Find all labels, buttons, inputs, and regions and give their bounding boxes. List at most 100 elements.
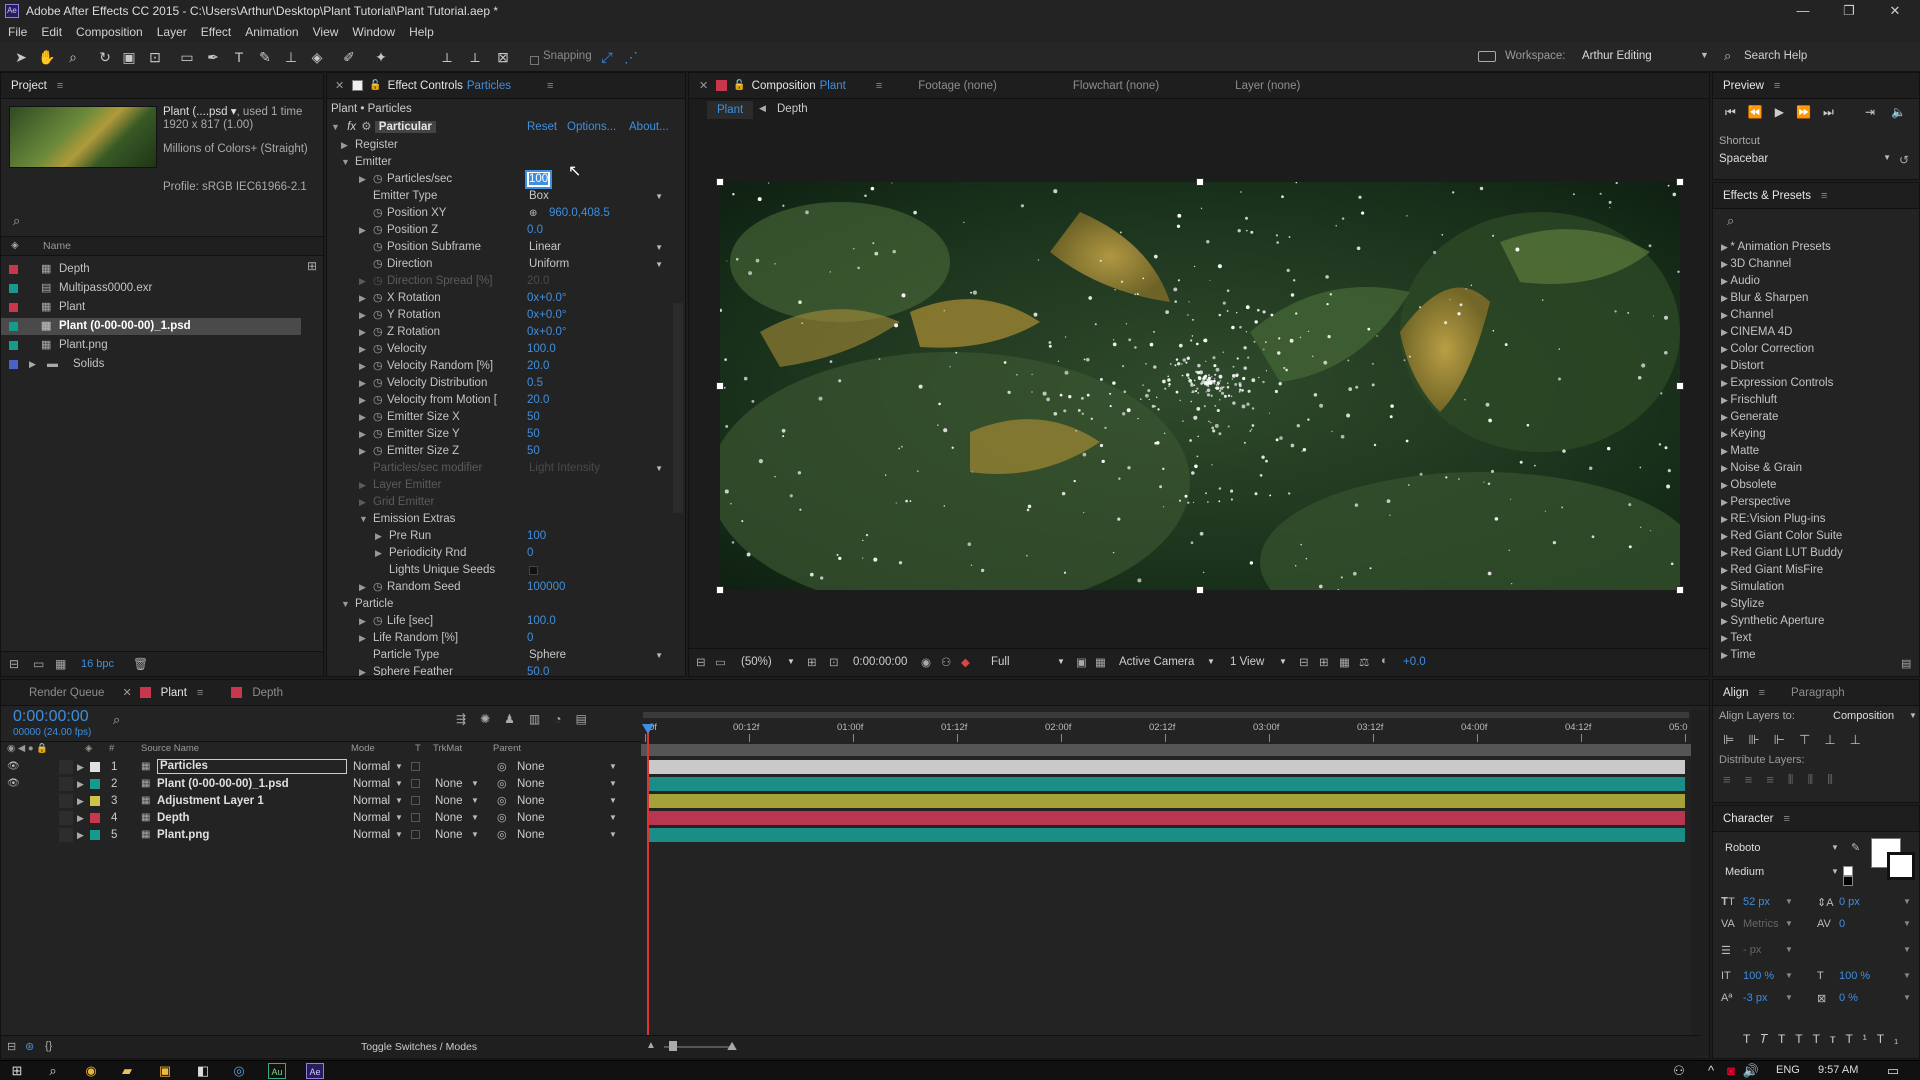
new-preset-icon[interactable]: ▤ <box>1901 657 1911 670</box>
label-color[interactable] <box>9 360 18 369</box>
project-item[interactable]: ▦ Plant (0-00-00-00)_1.psd <box>1 318 301 335</box>
menu-item-animation[interactable]: Animation <box>245 25 298 39</box>
eyedropper-icon[interactable]: ✎ <box>1851 841 1860 854</box>
snapshot-icon[interactable]: ◉ <box>921 655 931 669</box>
expand-icon[interactable]: ▶ <box>77 827 84 843</box>
preserve-transparency-checkbox[interactable] <box>411 813 420 822</box>
property-value[interactable]: 50 <box>527 443 540 460</box>
chevron-down-icon[interactable]: ▼ <box>787 657 795 666</box>
effect-settings-icon[interactable]: ⚙ <box>361 121 371 133</box>
tab-project[interactable]: Project <box>1 80 57 92</box>
zoom-in-icon[interactable]: ⛰ <box>727 1039 737 1054</box>
loop-icon[interactable]: ⇥ <box>1865 105 1875 119</box>
effects-category[interactable]: Expression Controls <box>1721 377 1833 389</box>
label-color[interactable] <box>90 779 100 789</box>
safe-margins-icon[interactable]: ⊡ <box>829 655 839 669</box>
tsume-value[interactable]: 0 % <box>1839 992 1858 1004</box>
tray-app-icon[interactable]: ◙ <box>1722 1063 1740 1079</box>
expand-icon[interactable]: ▶ <box>359 579 366 596</box>
property-value[interactable]: 20.0 <box>527 358 549 375</box>
chevron-down-icon[interactable]: ▼ <box>1207 657 1215 666</box>
effects-category[interactable]: Perspective <box>1721 496 1790 508</box>
property-dropdown[interactable]: Uniform <box>529 256 663 273</box>
playhead[interactable] <box>647 728 649 1048</box>
expand-icon[interactable]: ▶ <box>359 477 366 494</box>
layer-name[interactable]: Plant (0-00-00-00)_1.psd <box>157 776 289 792</box>
search-icon[interactable]: ⌕ <box>44 1063 62 1079</box>
effect-property-row[interactable]: ▶ ◷ Velocity from Motion [20.0 <box>327 392 667 409</box>
type-tool-icon[interactable]: T <box>230 48 248 66</box>
value-input[interactable]: 100 <box>524 170 553 189</box>
clock[interactable]: 9:57 AM <box>1818 1064 1858 1076</box>
close-tab-icon[interactable]: ✕ <box>335 79 344 92</box>
preserve-transparency-checkbox[interactable] <box>411 796 420 805</box>
effect-property-row[interactable]: ◷ Position Subframe Linear <box>327 239 667 256</box>
align-right-icon[interactable]: ⊩ <box>1774 732 1799 747</box>
chevron-down-icon[interactable]: ▼ <box>1831 843 1839 852</box>
effects-category[interactable]: Audio <box>1721 275 1759 287</box>
horizontal-scale-value[interactable]: 100 % <box>1839 970 1870 982</box>
transfer-controls-icon[interactable]: ⊛ <box>25 1040 34 1053</box>
resolution-select[interactable]: Full <box>991 656 1010 668</box>
previous-frame-icon[interactable]: ⏪ <box>1748 105 1775 119</box>
panel-menu-icon[interactable]: ≡ <box>1821 190 1827 202</box>
handle[interactable] <box>1676 178 1684 186</box>
label-color[interactable] <box>9 341 18 350</box>
chevron-down-icon[interactable]: ▼ <box>1903 971 1911 980</box>
people-icon[interactable]: ⚇ <box>1670 1063 1688 1079</box>
effects-category[interactable]: Generate <box>1721 411 1778 423</box>
tab-effects-presets[interactable]: Effects & Presets <box>1713 190 1821 202</box>
handle[interactable] <box>716 382 724 390</box>
effect-property-row[interactable]: ▶ ◷ Emitter Size Z 50 <box>327 443 667 460</box>
snap-feature-icon[interactable]: ⤢ <box>598 48 616 66</box>
layer-row[interactable]: ▶ 3 ▦ Adjustment Layer 1 Normal ▼ None ▼ ◎ None ▼ <box>1 793 631 809</box>
expand-icon[interactable]: ▶ <box>359 392 366 409</box>
chevron-down-icon[interactable]: ▼ <box>1785 897 1793 906</box>
expand-icon[interactable]: ▶ <box>341 137 348 154</box>
chevron-down-icon[interactable]: ▼ <box>471 827 479 843</box>
property-value[interactable]: 100.0 <box>527 613 556 630</box>
preserve-transparency-checkbox[interactable] <box>411 762 420 771</box>
expand-icon[interactable]: ▶ <box>359 426 366 443</box>
app-icon[interactable]: ▣ <box>156 1063 174 1079</box>
stopwatch-icon[interactable]: ◷ <box>373 324 383 341</box>
label-color[interactable] <box>90 830 100 840</box>
property-value[interactable]: 20.0 <box>527 392 549 409</box>
work-area-bar[interactable] <box>643 712 1689 718</box>
effects-category[interactable]: Channel <box>1721 309 1773 321</box>
target-icon[interactable]: ⊕ <box>529 205 537 222</box>
stopwatch-icon[interactable]: ◷ <box>373 341 383 358</box>
tab-paragraph[interactable]: Paragraph <box>1781 687 1855 699</box>
effects-category[interactable]: Matte <box>1721 445 1759 457</box>
property-dropdown[interactable]: Box <box>529 188 663 205</box>
work-area[interactable] <box>641 744 1691 756</box>
chevron-down-icon[interactable]: ▼ <box>395 810 403 826</box>
chrome-icon[interactable]: ◉ <box>82 1063 100 1079</box>
pick-whip-icon[interactable]: ◎ <box>497 759 507 775</box>
rectangle-tool-icon[interactable]: ▭ <box>178 48 196 66</box>
track-matte-select[interactable]: None <box>435 776 463 792</box>
comp-flowchart-icon[interactable]: ⇶ <box>456 712 480 726</box>
handle[interactable] <box>1196 178 1204 186</box>
brush-tool-icon[interactable]: ✎ <box>256 48 274 66</box>
vertical-scale-value[interactable]: 100 % <box>1743 970 1774 982</box>
panel-lock-icon[interactable]: 🔓 <box>369 80 381 91</box>
view-layout-select[interactable]: 1 View <box>1230 656 1264 668</box>
stroke-width-value[interactable]: - px <box>1743 944 1761 956</box>
property-value[interactable]: 50.0 <box>527 664 549 676</box>
effect-expand-icon[interactable]: ▼ <box>331 122 340 132</box>
rotate-tool-icon[interactable]: ↻ <box>96 48 114 66</box>
expand-icon[interactable]: ▶ <box>359 375 366 392</box>
file-explorer-icon[interactable]: ▰ <box>118 1063 136 1079</box>
tab-layer[interactable]: Layer (none) <box>1225 80 1310 92</box>
effect-property-row[interactable]: ▼ Emission Extras <box>327 511 667 528</box>
property-value[interactable]: 50 <box>527 426 540 443</box>
menu-item-view[interactable]: View <box>313 25 339 39</box>
effects-category[interactable]: Distort <box>1721 360 1763 372</box>
stopwatch-icon[interactable]: ◷ <box>373 205 383 222</box>
label-color[interactable] <box>9 303 18 312</box>
property-value[interactable]: 0 <box>527 545 533 562</box>
property-value[interactable]: 0x+0.0° <box>527 324 566 341</box>
effects-category[interactable]: Text <box>1721 632 1751 644</box>
label-color[interactable] <box>90 762 100 772</box>
